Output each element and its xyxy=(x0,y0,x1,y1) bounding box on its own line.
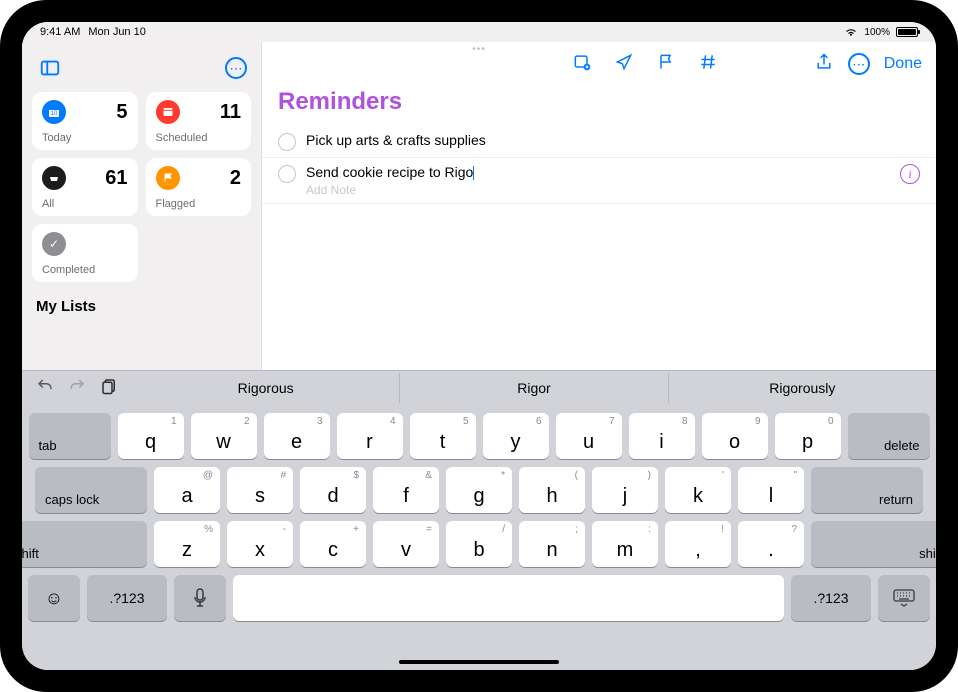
content-toolbar: ⋯ Done xyxy=(262,42,936,82)
all-count: 61 xyxy=(105,167,127,190)
toggle-sidebar-button[interactable] xyxy=(36,54,64,82)
calendar-icon xyxy=(156,100,180,124)
multitask-dots-icon[interactable]: ••• xyxy=(472,44,486,55)
add-note-field[interactable]: Add Note xyxy=(306,183,890,197)
content-area: ⋯ Done Reminders Pick up arts & crafts s… xyxy=(262,42,936,370)
reminder-checkbox[interactable] xyxy=(278,165,296,183)
key-b[interactable]: b/ xyxy=(446,521,512,567)
flagged-label: Flagged xyxy=(156,198,242,210)
battery-percent: 100% xyxy=(864,27,890,38)
home-indicator[interactable] xyxy=(399,660,559,664)
card-completed[interactable]: ✓ Completed xyxy=(32,224,138,282)
today-count: 5 xyxy=(116,101,127,124)
key-x[interactable]: x- xyxy=(227,521,293,567)
reminder-text[interactable]: Pick up arts & crafts supplies xyxy=(306,132,920,148)
card-flagged[interactable]: 2 Flagged xyxy=(146,158,252,216)
key-space[interactable] xyxy=(233,575,784,621)
key-g[interactable]: g* xyxy=(446,467,512,513)
key-.[interactable]: .? xyxy=(738,521,804,567)
checkmark-icon: ✓ xyxy=(42,232,66,256)
flag-icon xyxy=(156,166,180,190)
reminder-text-editing[interactable]: Send cookie recipe to Rigo xyxy=(306,164,890,180)
key-shift-right[interactable]: shift xyxy=(811,521,936,567)
svg-text:10: 10 xyxy=(51,111,58,117)
key-,[interactable]: ,! xyxy=(665,521,731,567)
text-cursor xyxy=(473,166,474,180)
suggestion-2[interactable]: Rigor xyxy=(399,373,667,403)
key-u[interactable]: u7 xyxy=(556,413,622,459)
key-p[interactable]: p0 xyxy=(775,413,841,459)
done-button[interactable]: Done xyxy=(884,55,922,73)
wifi-icon xyxy=(844,27,858,37)
completed-label: Completed xyxy=(42,264,128,276)
list-title: Reminders xyxy=(262,82,936,126)
scheduled-label: Scheduled xyxy=(156,132,242,144)
key-delete[interactable]: delete xyxy=(848,413,930,459)
key-s[interactable]: s# xyxy=(227,467,293,513)
reminder-row[interactable]: Pick up arts & crafts supplies xyxy=(262,126,936,158)
key-numbers-right[interactable]: .?123 xyxy=(791,575,871,621)
key-hide-keyboard[interactable] xyxy=(878,575,930,621)
key-h[interactable]: h( xyxy=(519,467,585,513)
card-scheduled[interactable]: 11 Scheduled xyxy=(146,92,252,150)
key-capslock[interactable]: caps lock xyxy=(35,467,147,513)
suggestion-3[interactable]: Rigorously xyxy=(668,373,936,403)
key-shift-left[interactable]: shift xyxy=(22,521,147,567)
key-c[interactable]: c+ xyxy=(300,521,366,567)
undo-icon[interactable] xyxy=(36,377,54,400)
key-z[interactable]: z% xyxy=(154,521,220,567)
key-m[interactable]: m: xyxy=(592,521,658,567)
key-t[interactable]: t5 xyxy=(410,413,476,459)
card-today[interactable]: 10 5 Today xyxy=(32,92,138,150)
key-emoji[interactable]: ☺ xyxy=(28,575,80,621)
suggestion-1[interactable]: Rigorous xyxy=(132,373,399,403)
more-content-button[interactable]: ⋯ xyxy=(848,53,870,75)
battery-icon xyxy=(896,27,918,37)
all-label: All xyxy=(42,198,128,210)
key-v[interactable]: v= xyxy=(373,521,439,567)
info-button[interactable]: i xyxy=(900,164,920,184)
key-y[interactable]: y6 xyxy=(483,413,549,459)
card-all[interactable]: 61 All xyxy=(32,158,138,216)
today-label: Today xyxy=(42,132,128,144)
key-j[interactable]: j) xyxy=(592,467,658,513)
key-n[interactable]: n; xyxy=(519,521,585,567)
hashtag-icon[interactable] xyxy=(698,52,718,77)
key-r[interactable]: r4 xyxy=(337,413,403,459)
calendar-plus-icon[interactable] xyxy=(572,52,592,77)
inbox-icon xyxy=(42,166,66,190)
key-o[interactable]: o9 xyxy=(702,413,768,459)
status-bar: 9:41 AM Mon Jun 10 100% xyxy=(22,22,936,42)
onscreen-keyboard: Rigorous Rigor Rigorously tab q1w2e3r4t5… xyxy=(22,370,936,670)
reminder-checkbox[interactable] xyxy=(278,133,296,151)
location-icon[interactable] xyxy=(614,52,634,77)
key-k[interactable]: k' xyxy=(665,467,731,513)
key-i[interactable]: i8 xyxy=(629,413,695,459)
reminder-row-editing[interactable]: Send cookie recipe to Rigo Add Note i xyxy=(262,158,936,204)
redo-icon[interactable] xyxy=(68,377,86,400)
scheduled-count: 11 xyxy=(220,101,241,124)
clipboard-icon[interactable] xyxy=(100,377,118,400)
key-tab[interactable]: tab xyxy=(29,413,111,459)
status-time: 9:41 AM xyxy=(40,26,80,38)
calendar-today-icon: 10 xyxy=(42,100,66,124)
key-w[interactable]: w2 xyxy=(191,413,257,459)
key-q[interactable]: q1 xyxy=(118,413,184,459)
my-lists-header: My Lists xyxy=(32,288,251,315)
key-a[interactable]: a@ xyxy=(154,467,220,513)
key-d[interactable]: d$ xyxy=(300,467,366,513)
key-numbers-left[interactable]: .?123 xyxy=(87,575,167,621)
key-e[interactable]: e3 xyxy=(264,413,330,459)
key-dictation[interactable] xyxy=(174,575,226,621)
more-options-button[interactable]: ⋯ xyxy=(225,57,247,79)
status-date: Mon Jun 10 xyxy=(88,26,145,38)
key-l[interactable]: l" xyxy=(738,467,804,513)
sidebar: ⋯ 10 5 Today 11 xyxy=(22,42,262,370)
share-icon[interactable] xyxy=(814,52,834,77)
flagged-count: 2 xyxy=(230,167,241,190)
flag-outline-icon[interactable] xyxy=(656,52,676,77)
key-return[interactable]: return xyxy=(811,467,923,513)
key-f[interactable]: f& xyxy=(373,467,439,513)
